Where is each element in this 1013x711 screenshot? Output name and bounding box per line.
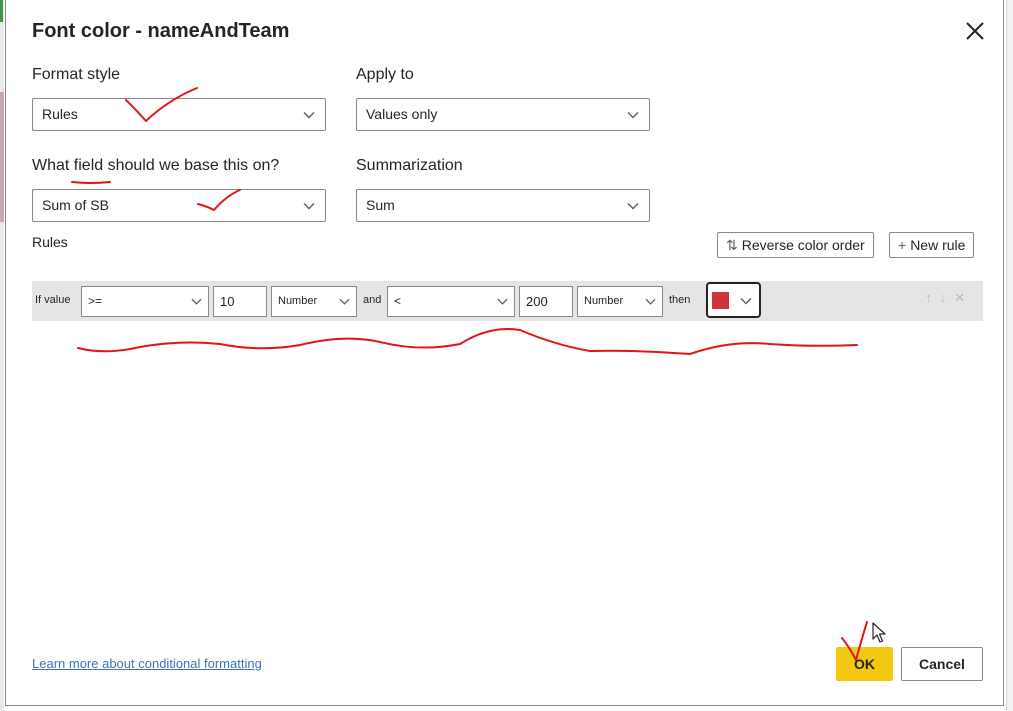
- chevron-down-icon: [303, 112, 315, 119]
- summarization-value: Sum: [366, 197, 395, 213]
- sort-icon: ⇅: [726, 237, 738, 253]
- chevron-down-icon: [645, 298, 656, 305]
- summarization-dropdown[interactable]: Sum: [356, 189, 650, 222]
- type2-dropdown[interactable]: Number: [577, 286, 663, 317]
- chevron-down-icon: [191, 298, 202, 305]
- close-button[interactable]: [962, 18, 988, 44]
- arrow-up-icon[interactable]: ↑: [925, 290, 940, 305]
- background-accent: [0, 92, 4, 222]
- type2-value: Number: [584, 295, 624, 307]
- if-value-label: If value: [35, 294, 71, 306]
- background-window-edge-left: [0, 0, 4, 711]
- cancel-button[interactable]: Cancel: [901, 647, 983, 681]
- close-icon: [966, 22, 984, 40]
- value2-input[interactable]: 200: [519, 286, 573, 317]
- learn-more-link[interactable]: Learn more about conditional formatting: [32, 656, 262, 671]
- ok-button[interactable]: OK: [836, 647, 893, 681]
- operator2-value: <: [394, 294, 402, 308]
- reverse-color-order-label: Reverse color order: [741, 237, 865, 253]
- base-field-label: What field should we base this on?: [32, 157, 280, 174]
- chevron-down-icon: [497, 298, 508, 305]
- dialog-title: Font color - nameAndTeam: [32, 20, 290, 42]
- chevron-down-icon: [740, 298, 752, 305]
- and-label: and: [363, 294, 382, 306]
- type1-dropdown[interactable]: Number: [271, 286, 357, 317]
- color-picker[interactable]: [706, 282, 761, 318]
- type1-value: Number: [278, 295, 318, 307]
- apply-to-value: Values only: [366, 106, 438, 122]
- format-style-value: Rules: [42, 106, 78, 122]
- background-accent: [0, 0, 3, 22]
- delete-icon[interactable]: ✕: [954, 290, 973, 305]
- chevron-down-icon: [627, 203, 639, 210]
- summarization-label: Summarization: [356, 157, 463, 174]
- rule-row: If value >= 10 Number and < 200 Number t…: [32, 281, 983, 321]
- format-style-label: Format style: [32, 66, 121, 83]
- reverse-color-order-button[interactable]: ⇅ Reverse color order: [717, 232, 874, 258]
- apply-to-dropdown[interactable]: Values only: [356, 98, 650, 131]
- base-field-value: Sum of SB: [42, 197, 109, 213]
- color-swatch: [712, 292, 729, 309]
- background-window-edge-right: [1006, 0, 1013, 711]
- format-style-dropdown[interactable]: Rules: [32, 98, 326, 131]
- chevron-down-icon: [627, 112, 639, 119]
- operator1-dropdown[interactable]: >=: [81, 286, 209, 317]
- arrow-down-icon[interactable]: ↓: [940, 290, 955, 305]
- operator1-value: >=: [88, 294, 103, 308]
- operator2-dropdown[interactable]: <: [387, 286, 515, 317]
- rule-row-actions: ↑↓✕: [925, 290, 973, 306]
- value1-input[interactable]: 10: [213, 286, 267, 317]
- then-label: then: [669, 294, 691, 306]
- chevron-down-icon: [339, 298, 350, 305]
- plus-icon: +: [898, 237, 907, 253]
- new-rule-label: New rule: [910, 237, 966, 253]
- apply-to-label: Apply to: [356, 66, 414, 83]
- rules-label: Rules: [32, 234, 68, 250]
- base-field-dropdown[interactable]: Sum of SB: [32, 189, 326, 222]
- new-rule-button[interactable]: + New rule: [889, 232, 975, 258]
- font-color-dialog: Font color - nameAndTeam Format style Ru…: [5, 0, 1004, 706]
- chevron-down-icon: [303, 203, 315, 210]
